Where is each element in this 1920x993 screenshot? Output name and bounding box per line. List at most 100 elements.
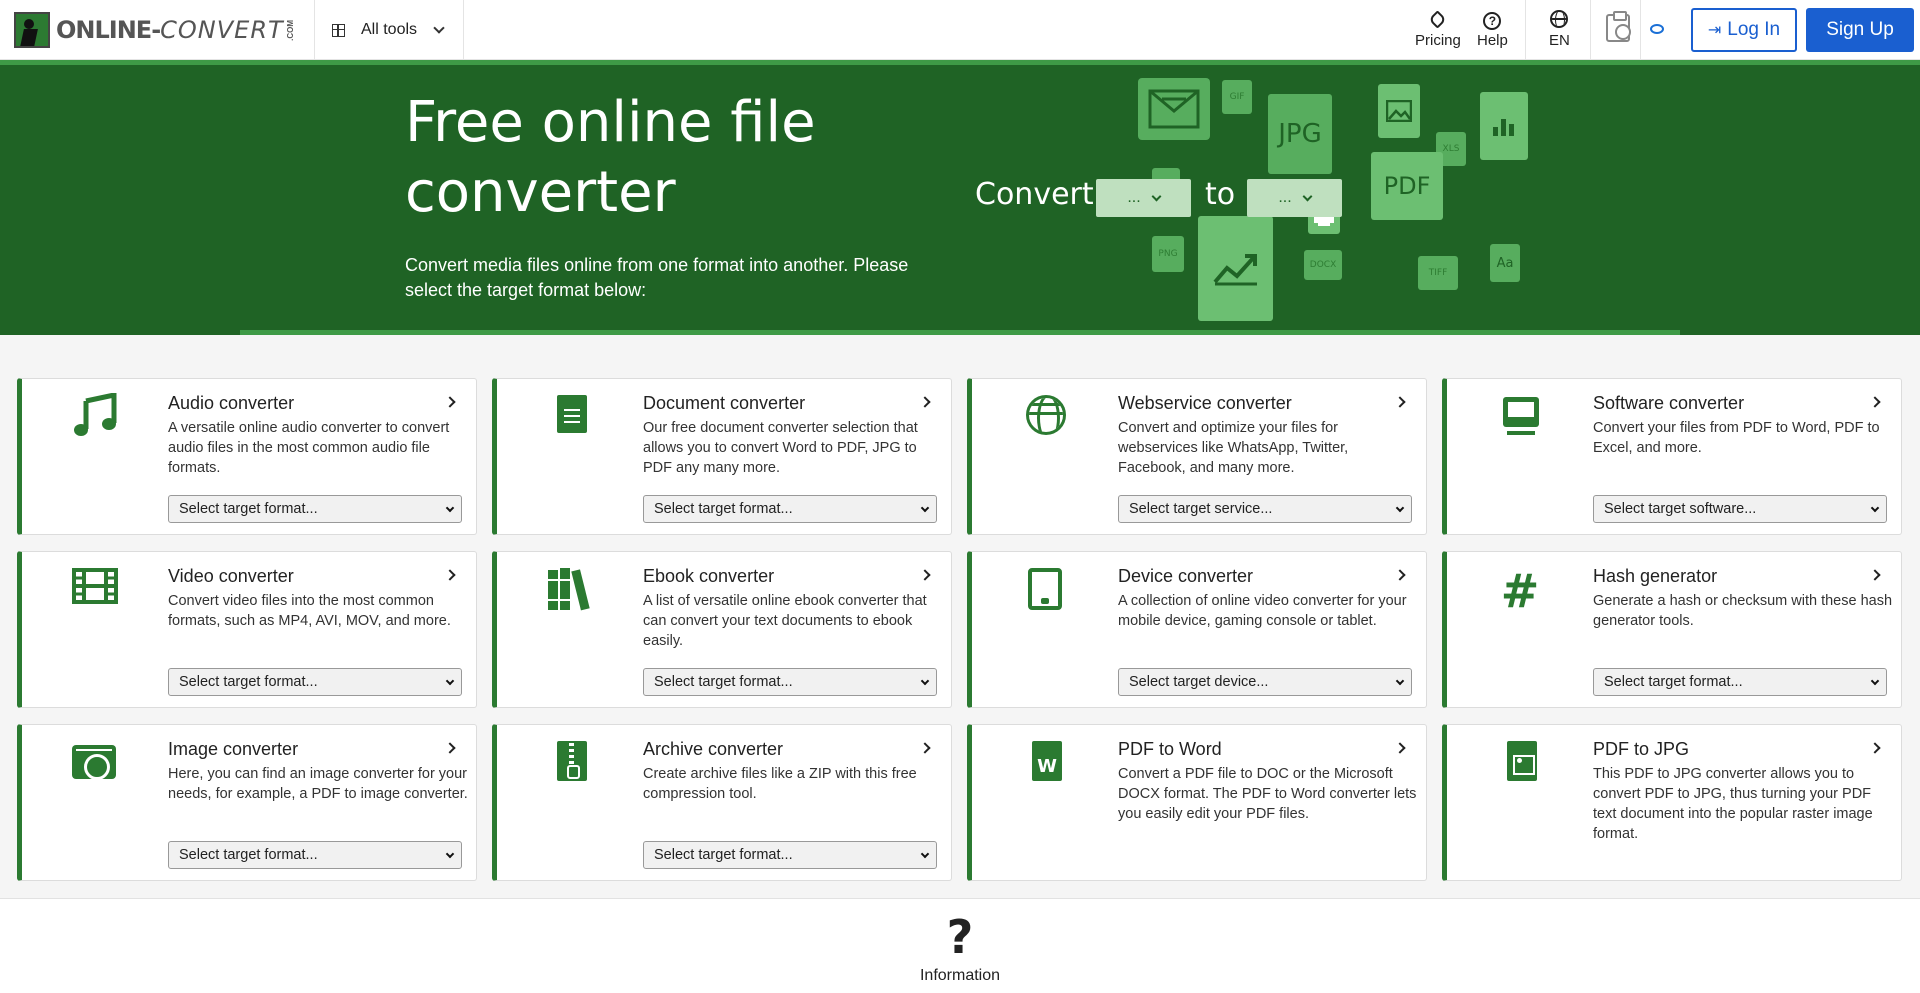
card-title: Webservice converter — [1118, 393, 1292, 413]
film-icon — [70, 566, 120, 616]
divider — [463, 0, 464, 60]
chevron-right-icon — [1394, 742, 1406, 754]
card-title: Document converter — [643, 393, 806, 413]
card-title: Ebook converter — [643, 566, 775, 586]
image-file-icon — [1378, 84, 1420, 138]
target-format-dropdown[interactable]: Select target format... — [168, 841, 462, 869]
docx-file-icon: DOCX — [1304, 250, 1342, 280]
price-tag-icon — [1428, 10, 1448, 29]
converter-card-ebook[interactable]: Ebook converter A list of versatile onli… — [492, 551, 952, 708]
converter-card-device[interactable]: Device converter A collection of online … — [967, 551, 1427, 708]
monitor-icon — [1495, 393, 1545, 443]
chevron-right-icon — [919, 569, 931, 581]
card-description: Convert and optimize your files for webs… — [1118, 420, 1349, 476]
font-file-icon: Aa — [1490, 244, 1520, 282]
card-description: Here, you can find an image converter fo… — [168, 766, 468, 802]
card-title: Device converter — [1118, 566, 1254, 586]
chevron-right-icon — [1869, 742, 1881, 754]
chevron-right-icon — [444, 569, 456, 581]
language-selector[interactable]: EN — [1549, 10, 1570, 49]
card-description: A list of versatile online ebook convert… — [643, 593, 927, 649]
chevron-right-icon — [1869, 396, 1881, 408]
nav-help[interactable]: ? Help — [1477, 10, 1508, 49]
source-format-select[interactable]: ... — [1096, 179, 1191, 217]
target-format-dropdown[interactable]: Select target format... — [643, 495, 937, 523]
globe-icon — [1550, 10, 1569, 28]
hero-accent-line — [240, 330, 1680, 335]
zip-file-icon — [545, 739, 595, 789]
card-description: A versatile online audio converter to co… — [168, 420, 450, 476]
logo-text: ONLINE-CONVERT — [56, 16, 284, 44]
to-label: to — [1205, 177, 1236, 212]
source-format-value: ... — [1127, 189, 1141, 206]
signup-button[interactable]: Sign Up — [1806, 8, 1914, 52]
card-description: Generate a hash or checksum with these h… — [1593, 593, 1893, 629]
gif-file-icon: GIF — [1222, 80, 1252, 114]
loading-spinner-icon — [1650, 24, 1664, 34]
converter-card-hash[interactable]: # Hash generator Generate a hash or chec… — [1442, 551, 1902, 708]
grid-icon — [332, 23, 345, 37]
target-device-dropdown[interactable]: Select target device... — [1118, 668, 1412, 696]
target-software-dropdown[interactable]: Select target software... — [1593, 495, 1887, 523]
card-description: Convert a PDF file to DOC or the Microso… — [1118, 766, 1417, 822]
target-format-dropdown[interactable]: Select target format... — [643, 668, 937, 696]
card-description: Convert your files from PDF to Word, PDF… — [1593, 420, 1880, 456]
divider — [1525, 0, 1526, 60]
converter-card-webservice[interactable]: Webservice converter Convert and optimiz… — [967, 378, 1427, 535]
chevron-down-icon — [1151, 191, 1162, 201]
word-file-icon: W — [1020, 739, 1070, 789]
music-note-icon — [70, 391, 120, 443]
nav-pricing-label: Pricing — [1415, 32, 1461, 49]
chevron-right-icon — [1394, 569, 1406, 581]
target-format-dropdown[interactable]: Select target format... — [1593, 668, 1887, 696]
document-icon — [545, 393, 595, 443]
target-format-dropdown[interactable]: Select target format... — [168, 495, 462, 523]
png-file-icon: PNG — [1152, 236, 1184, 272]
logo-com-suffix: .COM — [285, 19, 295, 41]
sign-in-icon: ⇥ — [1707, 22, 1722, 39]
chevron-right-icon — [1394, 396, 1406, 408]
converter-card-pdf-to-jpg[interactable]: PDF to JPG This PDF to JPG converter all… — [1442, 724, 1902, 881]
books-icon — [545, 566, 595, 616]
converter-card-pdf-to-word[interactable]: W PDF to Word Convert a PDF file to DOC … — [967, 724, 1427, 881]
envelope-icon — [1138, 78, 1210, 140]
chevron-down-icon — [433, 22, 445, 34]
site-logo[interactable]: ONLINE-CONVERT .COM — [14, 12, 295, 48]
chevron-right-icon — [444, 742, 456, 754]
converter-card-document[interactable]: Document converter Our free document con… — [492, 378, 952, 535]
trend-chart-file-icon — [1198, 216, 1273, 321]
chevron-right-icon — [919, 742, 931, 754]
converter-card-software[interactable]: Software converter Convert your files fr… — [1442, 378, 1902, 535]
target-format-value: ... — [1278, 189, 1292, 206]
target-service-dropdown[interactable]: Select target service... — [1118, 495, 1412, 523]
tablet-icon — [1020, 566, 1070, 616]
jpg-file-icon: JPG — [1268, 94, 1332, 174]
all-tools-label: All tools — [361, 21, 418, 38]
information-label: Information — [919, 967, 1001, 984]
card-title: Hash generator — [1593, 566, 1718, 586]
logo-mark — [14, 12, 50, 48]
all-tools-dropdown[interactable]: All tools — [332, 16, 445, 44]
converter-card-video[interactable]: Video converter Convert video files into… — [17, 551, 477, 708]
card-description: Convert video files into the most common… — [168, 593, 451, 629]
card-description: Create archive files like a ZIP with thi… — [643, 766, 917, 802]
chevron-down-icon — [1302, 191, 1313, 201]
login-button[interactable]: ⇥ Log In — [1691, 8, 1797, 52]
divider — [1590, 0, 1591, 60]
help-circle-icon: ? — [1483, 12, 1502, 30]
hero-accent-line — [0, 60, 1920, 65]
nav-pricing[interactable]: Pricing — [1415, 10, 1461, 49]
target-format-dropdown[interactable]: Select target format... — [168, 668, 462, 696]
login-label: Log In — [1727, 19, 1781, 40]
divider — [1640, 0, 1641, 60]
card-description: A collection of online video converter f… — [1118, 593, 1407, 629]
converter-card-image[interactable]: Image converter Here, you can find an im… — [17, 724, 477, 881]
hero-banner: Free online file converter Convert media… — [0, 60, 1920, 335]
target-format-dropdown[interactable]: Select target format... — [643, 841, 937, 869]
convert-label: Convert — [975, 177, 1094, 212]
bar-chart-file-icon — [1480, 92, 1528, 160]
converter-card-audio[interactable]: Audio converter A versatile online audio… — [17, 378, 477, 535]
converter-card-archive[interactable]: Archive converter Create archive files l… — [492, 724, 952, 881]
target-format-select[interactable]: ... — [1247, 179, 1342, 217]
conversion-history-icon[interactable] — [1606, 11, 1631, 42]
